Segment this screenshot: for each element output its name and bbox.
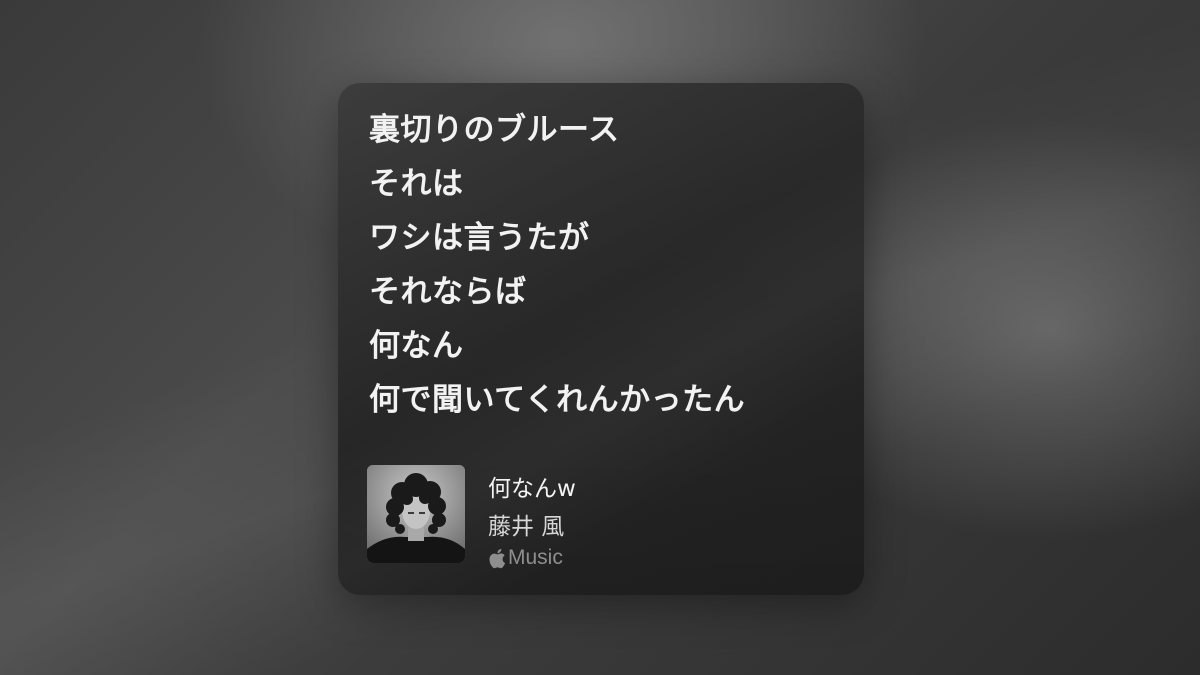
track-info-footer: 何なんw 藤井 風 Music [338, 435, 864, 595]
track-title[interactable]: 何なんw [488, 469, 576, 503]
apple-music-badge[interactable]: Music [488, 544, 563, 572]
lyric-line-5: 何なん [369, 328, 464, 364]
lyric-line-2: それは [369, 166, 464, 202]
lyric-line-3: ワシは言うたが [369, 220, 590, 256]
apple-logo-icon [488, 548, 508, 569]
track-artist[interactable]: 藤井 風 [488, 507, 564, 541]
lyrics-share-card: 裏切りのブルース それは ワシは言うたが それならば 何なん 何で聞いてくれんか… [338, 83, 864, 595]
album-artwork[interactable] [367, 465, 465, 563]
service-label: Music [508, 546, 563, 569]
lyrics-block: 裏切りのブルース それは ワシは言うたが それならば 何なん 何で聞いてくれんか… [369, 103, 839, 427]
lyric-line-6: 何で聞いてくれんかったん [369, 382, 746, 418]
lyric-line-1: 裏切りのブルース [369, 112, 620, 148]
lyric-line-4: それならば [369, 274, 527, 310]
